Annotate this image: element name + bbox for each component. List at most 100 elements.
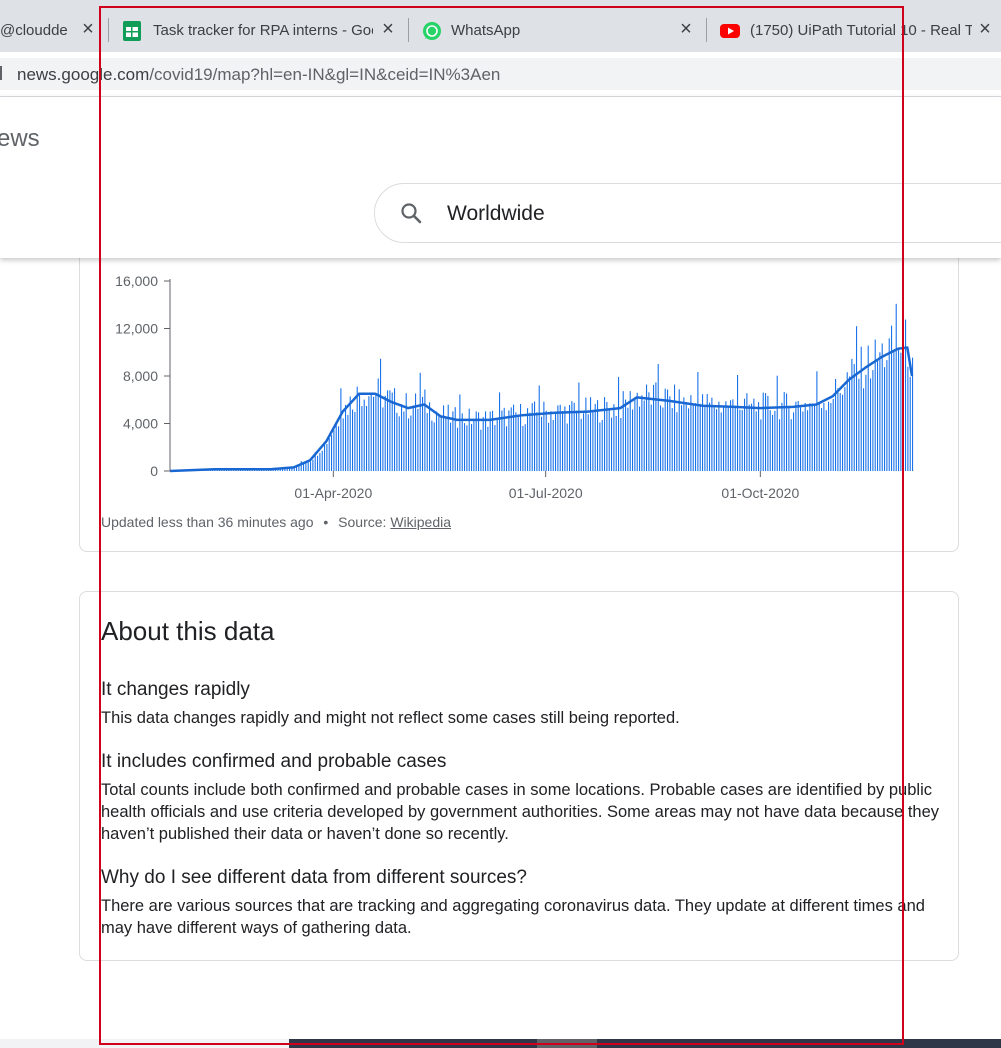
tab-close-icon[interactable]: × (378, 19, 398, 39)
chart-bar (429, 402, 431, 471)
chart-bar (723, 407, 725, 471)
chart-bar (345, 404, 347, 471)
chart-bar (480, 429, 482, 471)
whatsapp-icon (423, 22, 441, 40)
chart-bar (356, 386, 358, 471)
chart-bar (328, 437, 330, 471)
chart-bar (410, 415, 412, 471)
chart-bar (662, 407, 664, 471)
chart-bar (363, 399, 365, 471)
chart-bar (391, 392, 393, 471)
chart-bar (660, 405, 662, 471)
chart-bar (326, 444, 328, 471)
url-text: news.google.com/covid19/map?hl=en-IN&gl=… (17, 65, 500, 85)
chart-bar (447, 404, 449, 471)
chart-bar (405, 393, 407, 471)
y-tick-label: 4,000 (123, 416, 158, 432)
chart-bar (783, 392, 785, 471)
chart-bar (737, 374, 739, 471)
scrollbar-thumb[interactable] (537, 1039, 597, 1048)
y-tick-label: 12,000 (115, 321, 158, 337)
chart-bar (608, 409, 610, 471)
chart-bar (604, 397, 606, 471)
chart-bar (844, 387, 846, 471)
chart-bar (823, 402, 825, 471)
chart-bar (881, 343, 883, 471)
chart-bar (814, 404, 816, 471)
x-tick-label: 01-Apr-2020 (294, 485, 372, 501)
location-search-box[interactable]: Worldwide (374, 183, 1001, 243)
horizontal-scrollbar[interactable] (0, 1039, 1001, 1048)
chart-bar (760, 419, 762, 471)
chart-bar (583, 413, 585, 471)
source-link[interactable]: Wikipedia (390, 514, 451, 530)
chart-bar (450, 422, 452, 471)
tab-task-tracker[interactable]: Task tracker for RPA interns - Goo × (112, 8, 406, 52)
y-tick-label: 0 (150, 463, 158, 479)
tab-whatsapp[interactable]: WhatsApp × (412, 8, 704, 52)
chart-bar (331, 434, 333, 471)
scrollbar-track (289, 1039, 1001, 1048)
chart-bar (307, 462, 309, 471)
tab-youtube[interactable]: (1750) UiPath Tutorial 10 - Real T × (710, 8, 1001, 52)
chart-bar (615, 416, 617, 471)
chart-bar (545, 410, 547, 471)
tab-cloudde[interactable]: @cloudde × (0, 8, 104, 52)
address-bar: news.google.com/covid19/map?hl=en-IN&gl=… (0, 52, 1001, 97)
chart-bar (303, 464, 305, 471)
chart-bar (832, 399, 834, 471)
chart-bar (520, 404, 522, 471)
site-info-icon[interactable] (0, 66, 2, 80)
chart-bar (552, 419, 554, 471)
chart-bar (849, 376, 851, 471)
search-input[interactable]: Worldwide (447, 202, 545, 226)
chart-bar (543, 401, 545, 471)
tab-title: (1750) UiPath Tutorial 10 - Real T (750, 22, 972, 39)
chart-bar (704, 407, 706, 471)
chart-bar (382, 407, 384, 471)
chart-bar (846, 372, 848, 471)
chart-bar (459, 394, 461, 471)
source-label: Source: (338, 514, 387, 530)
chart-bar (466, 425, 468, 471)
url-field[interactable]: news.google.com/covid19/map?hl=en-IN&gl=… (0, 58, 1001, 90)
chart-bar (734, 405, 736, 471)
chart-bar (403, 411, 405, 471)
chart-bar (527, 408, 529, 471)
chart-bar (319, 452, 321, 471)
chart-bar (886, 360, 888, 471)
chart-bar (755, 411, 757, 471)
chart-bar (433, 422, 435, 471)
chart-bar (853, 364, 855, 471)
chart-bar (821, 408, 823, 471)
chart-bar (636, 392, 638, 471)
section-heading: It includes confirmed and probable cases (101, 751, 447, 772)
tab-close-icon[interactable]: × (975, 19, 995, 39)
search-icon[interactable] (399, 201, 423, 225)
chart-bar (627, 407, 629, 471)
chart-bar (697, 372, 699, 471)
chart-bar (709, 402, 711, 471)
chart-bar (779, 419, 781, 471)
chart-bar (739, 409, 741, 471)
chart-bar (807, 410, 809, 471)
chart-bar (622, 391, 624, 471)
chart-bar (716, 409, 718, 471)
chart-bar (585, 397, 587, 471)
chart-bar (536, 412, 538, 471)
chart-bar (592, 410, 594, 471)
chart-bar (412, 405, 414, 471)
chart-bar (839, 393, 841, 471)
tab-close-icon[interactable]: × (78, 19, 98, 39)
about-title: About this data (101, 616, 275, 646)
chart-bar (541, 416, 543, 471)
news-logo-text[interactable]: ews (0, 125, 40, 153)
tab-close-icon[interactable]: × (676, 19, 696, 39)
chart-bar (461, 413, 463, 471)
chart-bar (555, 412, 557, 471)
chart-bar (324, 442, 326, 471)
chart-bar (879, 352, 881, 471)
chart-bar (620, 417, 622, 471)
chart-bar (860, 346, 862, 471)
chart-bar (349, 396, 351, 471)
